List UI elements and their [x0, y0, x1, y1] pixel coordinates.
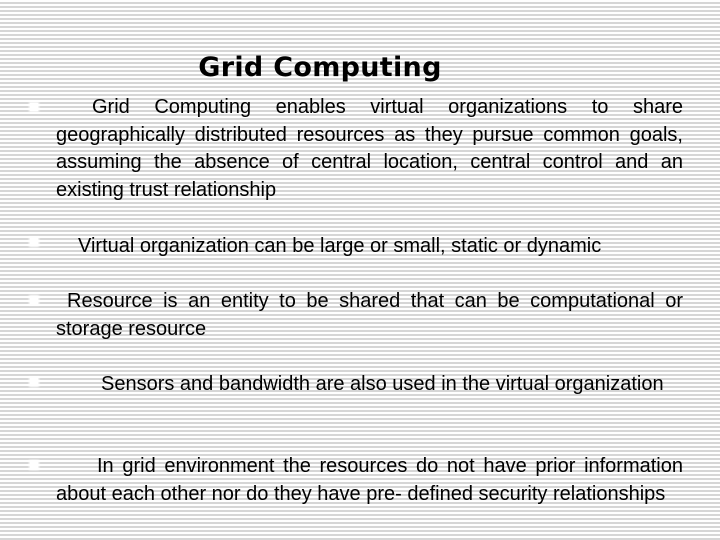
square-bullet-icon — [30, 378, 38, 386]
slide-title: Grid Computing — [198, 52, 442, 83]
square-bullet-icon — [30, 461, 38, 469]
square-bullet-icon — [30, 296, 38, 304]
bullet-text: Sensors and bandwidth are also used in t… — [101, 373, 664, 395]
bullet-text: Grid Computing enables virtual organizat… — [56, 96, 683, 201]
bullet-text: In grid environment the resources do not… — [56, 455, 683, 505]
bullet-text: Resource is an entity to be shared that … — [56, 290, 683, 340]
bullet-text: Virtual organization can be large or sma… — [78, 235, 602, 257]
square-bullet-icon — [30, 238, 38, 246]
square-bullet-icon — [30, 103, 38, 111]
